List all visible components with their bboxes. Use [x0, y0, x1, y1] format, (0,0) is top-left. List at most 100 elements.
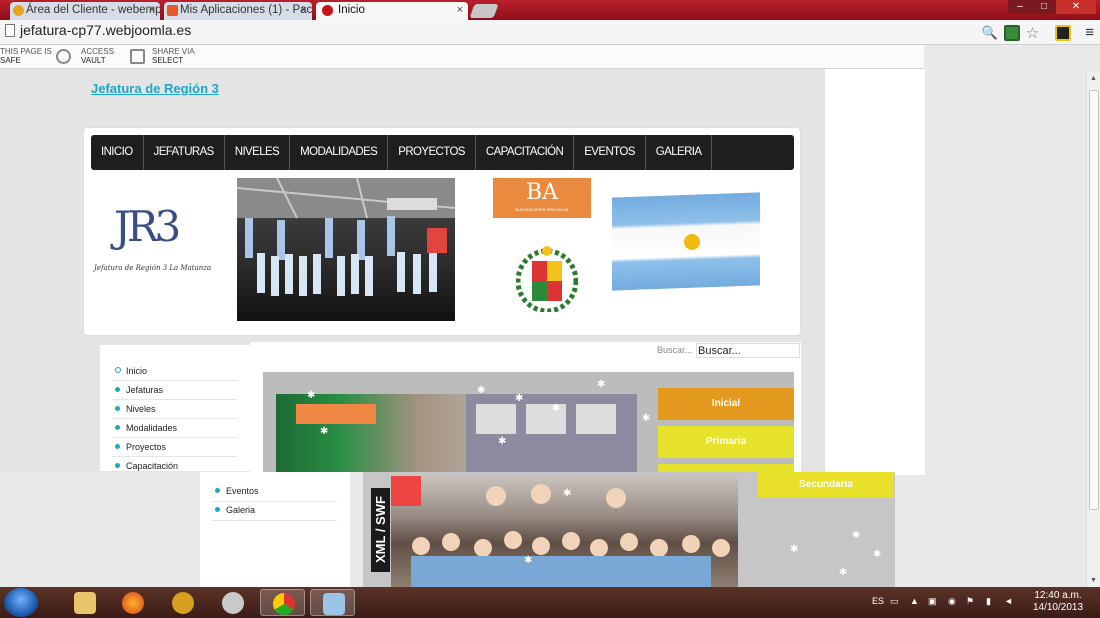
divider: [212, 520, 337, 521]
nav-inicio[interactable]: INICIO: [91, 135, 144, 170]
keyboard-icon[interactable]: ▭: [890, 596, 899, 607]
side-menu-inicio[interactable]: Inicio: [126, 366, 147, 376]
maximize-button[interactable]: □: [1032, 0, 1056, 14]
tray-app-icon[interactable]: ▣: [928, 596, 937, 607]
site-title-link[interactable]: Jefatura de Región 3: [91, 81, 219, 96]
cpanel-favicon-icon: [167, 5, 178, 16]
nav-galeria[interactable]: GALERIA: [646, 135, 713, 170]
firefox-icon: [122, 592, 144, 614]
divider: [112, 456, 237, 457]
language-indicator[interactable]: ES: [872, 596, 884, 606]
minimize-button[interactable]: –: [1008, 0, 1032, 14]
snowflake-icon: ✱: [515, 393, 524, 404]
norton-check-icon[interactable]: [1055, 24, 1072, 41]
scroll-down-icon[interactable]: ▼: [1090, 577, 1097, 584]
window-controls: – □ ✕: [1008, 0, 1096, 14]
tab-close-icon[interactable]: ×: [301, 2, 307, 19]
taskbar-paint[interactable]: [310, 589, 355, 616]
side-menu-capacitacion[interactable]: Capacitación: [126, 461, 178, 471]
tray-expand-icon[interactable]: ▲: [910, 596, 919, 606]
share-via-button[interactable]: SHARE VIA SELECT: [152, 47, 195, 65]
norton-extension-icon[interactable]: [1003, 24, 1020, 41]
search-icon[interactable]: 🔍: [982, 25, 998, 41]
side-menu-jefaturas[interactable]: Jefaturas: [126, 385, 163, 395]
search-label: Buscar...: [657, 345, 693, 355]
taskbar-explorer[interactable]: [62, 589, 107, 616]
share-caption: SHARE VIA: [152, 47, 195, 56]
under-menu-eventos[interactable]: Eventos: [226, 486, 259, 496]
side-menu-modalidades[interactable]: Modalidades: [126, 423, 177, 433]
tray-flag-icon[interactable]: ⚑: [966, 596, 974, 607]
ba-caption: BUENOS AIRES PROVINCIA: [515, 207, 569, 212]
bullet-icon: [115, 406, 120, 411]
side-menu: [100, 345, 250, 471]
page-right-gutter: [825, 69, 925, 475]
side-menu-proyectos[interactable]: Proyectos: [126, 442, 166, 452]
toolbar-icons: 🔍 ☆ ≡: [982, 20, 1100, 45]
main-nav: INICIO JEFATURAS NIVELES MODALIDADES PRO…: [91, 135, 794, 170]
tab-inicio[interactable]: Inicio ×: [316, 2, 468, 20]
primaria-button[interactable]: Primaria: [658, 426, 794, 458]
side-menu-niveles[interactable]: Niveles: [126, 404, 156, 414]
divider: [112, 418, 237, 419]
menu-icon[interactable]: ≡: [1085, 24, 1094, 41]
bookmark-star-icon[interactable]: ☆: [1026, 24, 1039, 42]
secundaria-button[interactable]: Secundaria: [758, 472, 894, 498]
favicon-icon: [13, 5, 24, 16]
search-input[interactable]: [696, 343, 800, 358]
inicial-button[interactable]: Inicial: [658, 388, 794, 420]
divider: [112, 437, 237, 438]
share-value: SELECT: [152, 56, 184, 65]
clock-date: 14/10/2013: [1032, 602, 1084, 613]
snowflake-icon: ✱: [524, 555, 533, 566]
underlying-side-menu: [200, 472, 350, 587]
nav-eventos[interactable]: EVENTOS: [574, 135, 646, 170]
bullet-icon: [115, 387, 120, 392]
scroll-up-icon[interactable]: ▲: [1090, 75, 1097, 82]
bullet-icon: [115, 463, 120, 468]
image-slider: Inicial Primaria: [263, 372, 794, 472]
ba-letters: BA: [525, 180, 559, 205]
clock[interactable]: 12:40 a.m. 14/10/2013: [1028, 590, 1088, 614]
volume-icon[interactable]: ◄: [1004, 596, 1013, 606]
nav-niveles[interactable]: NIVELES: [225, 135, 291, 170]
tab-area-del-cliente[interactable]: Área del Cliente - webemp ×: [10, 2, 160, 20]
nav-modalidades[interactable]: MODALIDADES: [290, 135, 389, 170]
page-safe-indicator[interactable]: THIS PAGE IS SAFE: [0, 47, 52, 65]
taskbar-tool[interactable]: [160, 589, 205, 616]
divider: [112, 380, 237, 381]
bullet-icon: [115, 444, 120, 449]
vault-icon[interactable]: [56, 49, 71, 64]
tab-title: Área del Cliente - webemp: [26, 4, 160, 16]
divider: [212, 501, 337, 502]
nav-jefaturas[interactable]: JEFATURAS: [144, 135, 225, 170]
page-scrollbar[interactable]: ▲ ▼: [1086, 72, 1100, 587]
tab-close-icon[interactable]: ×: [149, 2, 155, 19]
snowflake-icon: ✱: [563, 488, 572, 499]
close-window-button[interactable]: ✕: [1056, 0, 1096, 14]
under-menu-galeria[interactable]: Galeria: [226, 505, 255, 515]
taskbar-chrome[interactable]: [260, 589, 305, 616]
scrollbar-thumb[interactable]: [1089, 90, 1099, 510]
flag-sun-icon: [684, 234, 700, 250]
network-icon[interactable]: ▮: [986, 596, 991, 607]
new-tab-button[interactable]: [469, 4, 499, 18]
snowflake-icon: ✱: [790, 544, 799, 555]
snowflake-icon: ✱: [498, 436, 507, 447]
paint-icon: [323, 593, 345, 615]
share-icon[interactable]: [130, 49, 145, 64]
nav-proyectos[interactable]: PROYECTOS: [388, 135, 476, 170]
snowflake-icon: ✱: [597, 379, 606, 390]
access-vault-button[interactable]: ACCESS VAULT: [81, 47, 114, 65]
tray-shield-icon[interactable]: ◉: [948, 596, 956, 607]
taskbar-network[interactable]: [210, 589, 255, 616]
page-icon: [5, 24, 15, 37]
nav-capacitacion[interactable]: CAPACITACIÓN: [476, 135, 575, 170]
tab-mis-aplicaciones[interactable]: Mis Aplicaciones (1) - Pac ×: [164, 2, 312, 20]
start-button[interactable]: [4, 588, 38, 617]
jr3-logo: JR3 Jefatura de Región 3 La Matanza: [94, 202, 212, 275]
taskbar-firefox[interactable]: [110, 589, 155, 616]
coat-of-arms-icon: [515, 246, 579, 314]
tab-close-icon[interactable]: ×: [457, 2, 463, 19]
url-text[interactable]: jefatura-cp77.webjoomla.es: [20, 22, 191, 38]
